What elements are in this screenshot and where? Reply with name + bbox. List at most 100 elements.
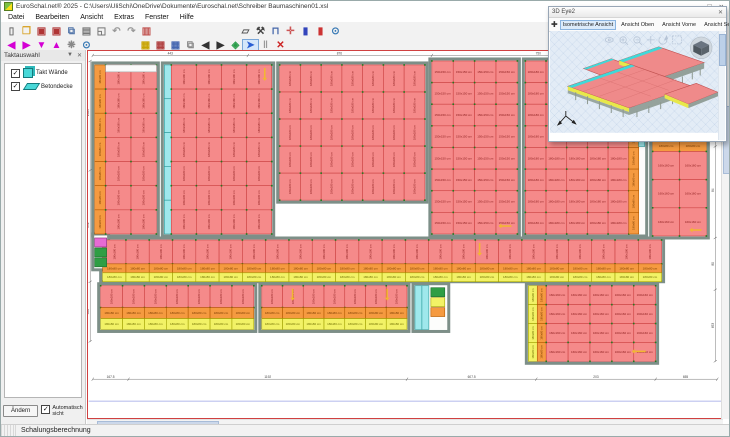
takt-checkbox-1[interactable]: ✓ bbox=[11, 82, 20, 91]
filler-panel[interactable] bbox=[95, 238, 107, 247]
panel-label: 150x150 cm bbox=[434, 113, 451, 117]
filler-panel[interactable] bbox=[431, 308, 445, 317]
prop-dot bbox=[105, 185, 107, 187]
prop-dot bbox=[679, 207, 681, 209]
menu-item-ansicht[interactable]: Ansicht bbox=[80, 14, 103, 21]
change-button[interactable]: Ändern bbox=[3, 405, 38, 417]
panel-label: 180x180 cm bbox=[528, 91, 545, 95]
view-cube[interactable] bbox=[690, 37, 712, 59]
eye3d-close-icon[interactable]: ✕ bbox=[718, 9, 723, 16]
formwork-panel[interactable] bbox=[164, 166, 171, 200]
eye3d-title-bar[interactable]: 3D Eye2 ✕ bbox=[549, 7, 726, 18]
prop-dot bbox=[431, 212, 433, 214]
prop-dot bbox=[566, 147, 568, 149]
panel-label: 180x180 cm bbox=[116, 117, 120, 133]
undo-icon[interactable]: ↶ bbox=[109, 26, 124, 38]
panel-label: 180x80 cm bbox=[526, 275, 541, 279]
wall-red-icon[interactable]: ▮ bbox=[313, 26, 328, 38]
panel-label: 180x80 cm bbox=[286, 322, 301, 326]
prop-dot bbox=[452, 190, 454, 192]
redo-icon[interactable]: ↷ bbox=[124, 26, 139, 38]
prop-dot bbox=[196, 137, 198, 139]
prop-dot bbox=[431, 147, 433, 149]
formwork-panel[interactable] bbox=[164, 65, 171, 99]
panel-label: 160x160 cm bbox=[571, 331, 588, 335]
menu-item-bearbeiten[interactable]: Bearbeiten bbox=[35, 14, 69, 21]
view-button-1[interactable]: Ansicht Oben bbox=[618, 20, 657, 30]
panel-label: 180x80 cm bbox=[363, 266, 378, 270]
pin-icon[interactable]: ▼ bbox=[67, 52, 73, 59]
formwork-panel[interactable] bbox=[164, 200, 171, 234]
menu-item-fenster[interactable]: Fenster bbox=[145, 14, 169, 21]
zoom-icon[interactable]: ⊙ bbox=[328, 26, 343, 38]
prop-dot bbox=[633, 342, 635, 344]
panel-close-icon[interactable]: ✕ bbox=[77, 52, 82, 59]
takt-item-1[interactable]: ✓Betondecke bbox=[11, 82, 80, 91]
panel-label: 180x80 cm bbox=[130, 266, 145, 270]
view-button-0[interactable]: Isometrische Ansicht bbox=[560, 20, 616, 30]
filler-panel[interactable] bbox=[431, 298, 445, 307]
takt-item-0[interactable]: ✓Takt Wände bbox=[11, 68, 80, 78]
prop-dot bbox=[403, 64, 405, 66]
panel-label: 150x150 cm bbox=[477, 113, 494, 117]
prop-dot bbox=[545, 60, 547, 62]
view-button-2[interactable]: Ansicht Vorne bbox=[659, 20, 699, 30]
takt-checkbox-0[interactable]: ✓ bbox=[11, 69, 20, 78]
eye3d-scrollbar[interactable] bbox=[718, 31, 725, 140]
panel-label: 180x80 cm bbox=[104, 322, 119, 326]
prop-dot bbox=[589, 342, 591, 344]
prop-dot bbox=[144, 285, 146, 287]
eye3d-view[interactable] bbox=[550, 31, 718, 140]
panel-label: 180x180 cm bbox=[175, 288, 179, 304]
panel-label: 160x160 cm bbox=[685, 192, 702, 196]
formwork-panel[interactable] bbox=[415, 286, 422, 330]
panel-label: 180x80 cm bbox=[480, 275, 495, 279]
eye3d-window[interactable]: 3D Eye2 ✕ ✚ Isometrische AnsichtAnsicht … bbox=[548, 6, 727, 142]
panel-label: 180x80 cm bbox=[531, 326, 535, 340]
filler-panel[interactable] bbox=[95, 248, 107, 257]
panel-label: 150x150 cm bbox=[499, 70, 516, 74]
prop-dot bbox=[652, 179, 654, 181]
prop-dot bbox=[156, 209, 158, 211]
panel-label: 180x180 cm bbox=[182, 69, 186, 85]
eye3d-scroll-thumb[interactable] bbox=[719, 34, 726, 66]
panel-label: 180x80 cm bbox=[619, 266, 634, 270]
formwork-panel[interactable] bbox=[164, 133, 171, 167]
panel-label: 180x180 cm bbox=[219, 288, 223, 304]
panel-label: 180x180 cm bbox=[413, 124, 417, 140]
filler-panel[interactable] bbox=[431, 288, 445, 297]
wall-pair-icon[interactable]: ▮ bbox=[298, 26, 313, 38]
view-button-3[interactable]: Ansicht Seite bbox=[701, 20, 730, 30]
menu-item-hilfe[interactable]: Hilfe bbox=[180, 14, 194, 21]
prop-dot bbox=[271, 137, 273, 139]
panel-label: 150x150 cm bbox=[456, 221, 473, 225]
formwork-panel[interactable] bbox=[422, 286, 429, 330]
prop-dot bbox=[525, 125, 527, 127]
prop-dot bbox=[279, 118, 281, 120]
panel-label: 180x180 cm bbox=[257, 214, 261, 230]
panel-label: 180x80 cm bbox=[456, 266, 471, 270]
prop-dot bbox=[279, 91, 281, 93]
menu-item-extras[interactable]: Extras bbox=[114, 14, 134, 21]
prop-dot bbox=[170, 209, 172, 211]
formwork-panel[interactable] bbox=[164, 99, 171, 133]
prop-dot bbox=[271, 233, 273, 235]
filler-panel[interactable] bbox=[95, 258, 107, 267]
move-view-icon[interactable]: ✚ bbox=[551, 20, 558, 29]
panel-label: 180x80 cm bbox=[531, 288, 535, 302]
auto-visibility-checkbox[interactable]: ✓ bbox=[41, 405, 50, 414]
prop-dot bbox=[633, 323, 635, 325]
panel-label: 150x150 cm bbox=[477, 70, 494, 74]
menu-item-datei[interactable]: Datei bbox=[8, 14, 24, 21]
panel-label: 180x80 cm bbox=[214, 322, 229, 326]
prop-dot bbox=[655, 304, 657, 306]
filler-panel[interactable] bbox=[106, 65, 157, 72]
prop-dot bbox=[545, 125, 547, 127]
panel-label: 150x150 cm bbox=[434, 135, 451, 139]
prop-dot bbox=[517, 60, 519, 62]
prop-dot bbox=[341, 145, 343, 147]
prop-dot bbox=[452, 103, 454, 105]
prop-dot bbox=[170, 233, 172, 235]
prop-dot bbox=[517, 168, 519, 170]
print-preview-icon[interactable]: ◱ bbox=[94, 26, 109, 38]
